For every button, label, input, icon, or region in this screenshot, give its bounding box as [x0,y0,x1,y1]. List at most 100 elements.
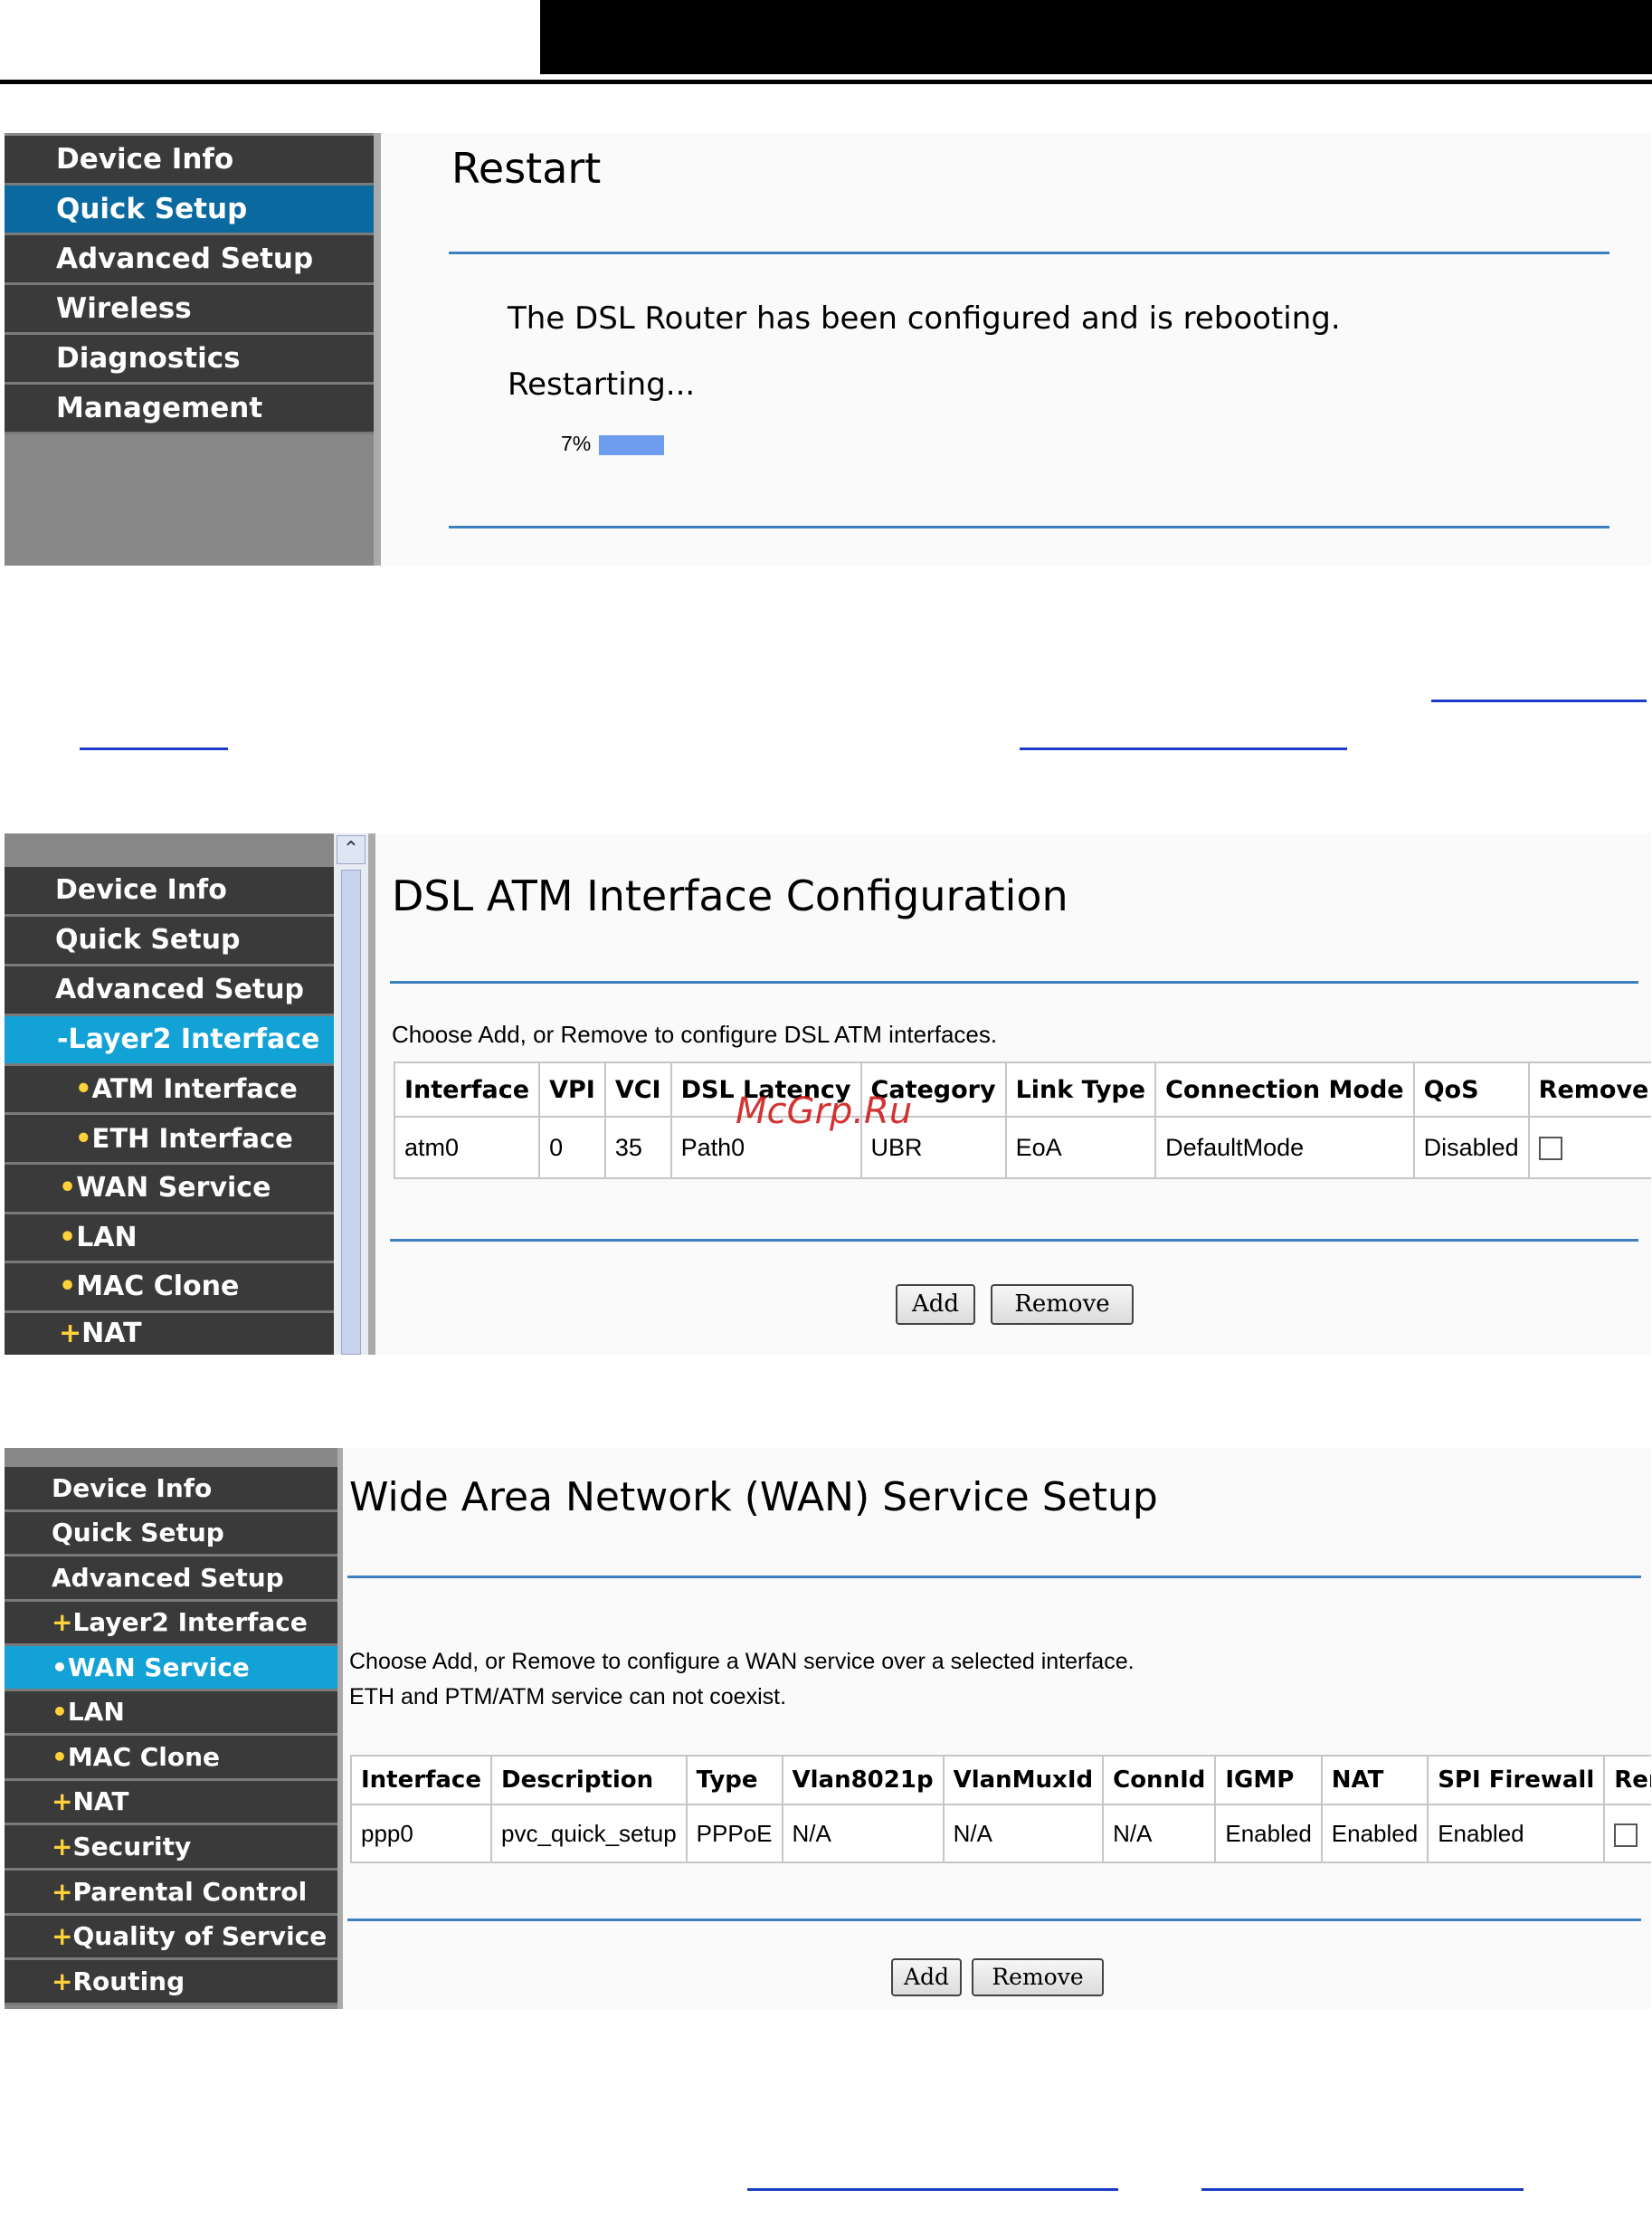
sidebar-item-nat[interactable]: +NAT [5,1313,334,1355]
column-header: Interface [350,1755,492,1805]
sidebar-item-label: Quick Setup [55,924,241,956]
table-cell: atm0 [393,1116,541,1179]
table-row: ppp0 pvc_quick_setup PPPoE N/A N/A N/A E… [350,1804,1651,1863]
sidebar-item-label: Advanced Setup [52,1563,284,1593]
sidebar-nav: Device Info Quick Setup Advanced Setup +… [5,1448,337,2009]
sidebar-divider [374,133,381,566]
column-header: Link Type [1004,1062,1157,1118]
sidebar-item-advanced-setup[interactable]: Advanced Setup [5,1557,337,1602]
column-header: ConnId [1102,1755,1217,1805]
sidebar-item-lan[interactable]: •LAN [5,1691,337,1736]
sidebar-item-layer2-interface[interactable]: +Layer2 Interface [5,1602,337,1646]
sidebar-item-bullet: + [52,1607,73,1637]
restart-content: Restart The DSL Router has been configur… [381,133,1651,566]
table-cell: Enabled [1427,1804,1606,1863]
sidebar-nav: Device Info Quick Setup Advanced Setup W… [5,133,374,566]
remove-cell [1527,1116,1651,1179]
wan-content: Wide Area Network (WAN) Service Setup Ch… [343,1448,1651,2009]
sidebar-item-device-info[interactable]: Device Info [5,867,334,917]
sidebar-item-wan-service[interactable]: •WAN Service [5,1165,334,1214]
sidebar-item-layer2-interface[interactable]: -Layer2 Interface [5,1016,334,1066]
sidebar-item-device-info[interactable]: Device Info [5,1467,337,1512]
sidebar-item-mac-clone[interactable]: •MAC Clone [5,1263,334,1313]
remove-button[interactable]: Remove [991,1284,1134,1325]
column-header: Remove [1527,1062,1651,1118]
sidebar-item-advanced-setup[interactable]: Advanced Setup [5,966,334,1016]
sidebar-item-bullet: • [59,1271,77,1302]
reboot-message: The DSL Router has been configured and i… [508,300,1341,337]
sidebar-item-label: Advanced Setup [56,243,314,275]
sidebar-item-bullet: - [57,1024,69,1055]
instruction-text: Choose Add, or Remove to configure DSL A… [392,1021,998,1048]
sidebar-item-management[interactable]: Management [5,385,374,434]
sidebar-item-label: Wireless [56,292,192,325]
column-header: Vlan8021p [781,1755,945,1805]
sidebar-item-eth-interface[interactable]: •ETH Interface [5,1115,334,1165]
restart-status: Restarting... [508,367,696,403]
link-underline[interactable] [1020,747,1347,750]
sidebar-item-label: MAC Clone [67,1742,221,1772]
instruction-text: Choose Add, or Remove to configure a WAN… [349,1649,1135,1674]
sidebar-item-bullet: • [52,1697,68,1727]
link-underline[interactable] [747,2188,1118,2191]
sidebar-divider [368,833,375,1355]
sidebar-item-label: NAT [81,1318,142,1349]
sidebar-item-bullet: • [52,1652,68,1682]
remove-button[interactable]: Remove [972,1958,1104,1996]
column-header: Description [489,1755,688,1805]
sidebar-item-nat[interactable]: +NAT [5,1781,337,1825]
remove-cell [1603,1804,1651,1863]
sidebar-item-label: Parental Control [72,1877,308,1907]
sidebar-item-label: Management [56,392,263,424]
sidebar-item-atm-interface[interactable]: •ATM Interface [5,1066,334,1115]
sidebar-item-diagnostics[interactable]: Diagnostics [5,335,374,385]
wan-service-screenshot: Device Info Quick Setup Advanced Setup +… [5,1448,1651,2009]
bottom-divider [390,1239,1638,1242]
sidebar-item-label: MAC Clone [76,1271,240,1302]
link-underline[interactable] [80,747,228,750]
sidebar-item-label: Device Info [52,1473,213,1503]
column-header: Interface [393,1062,541,1118]
link-underline[interactable] [1201,2188,1524,2191]
sidebar-item-advanced-setup[interactable]: Advanced Setup [5,235,374,285]
sidebar-item-bullet: + [52,1877,73,1907]
scroll-up-icon[interactable]: ⌃ [337,835,366,864]
scrollbar-thumb[interactable] [341,870,361,1355]
sidebar-item-label: Quality of Service [72,1921,328,1951]
sidebar-item-device-info[interactable]: Device Info [5,136,374,186]
sidebar-item-wan-service[interactable]: •WAN Service [5,1646,337,1691]
sidebar-item-bullet: + [52,1832,73,1861]
sidebar-item-routing[interactable]: +Routing [5,1960,337,2005]
sidebar-item-lan[interactable]: •LAN [5,1214,334,1263]
sidebar-item-quick-setup[interactable]: Quick Setup [5,917,334,966]
sidebar-item-bullet: + [52,1786,73,1816]
remove-checkbox[interactable] [1614,1823,1638,1847]
sidebar-item-quick-setup[interactable]: Quick Setup [5,186,374,235]
column-header: Type [685,1755,783,1805]
sidebar-item-label: NAT [72,1786,129,1816]
sidebar-item-label: Quick Setup [56,193,248,225]
sidebar-item-label: Device Info [55,874,227,906]
sidebar-item-label: Routing [72,1966,185,1996]
sidebar-item-parental-control[interactable]: +Parental Control [5,1871,337,1916]
sidebar-item-label: WAN Service [76,1172,271,1204]
add-button[interactable]: Add [896,1284,975,1325]
table-cell: 0 [538,1116,606,1179]
table-row: atm0 0 35 Path0 UBR EoA DefaultMode Disa… [393,1116,1651,1179]
table-cell: N/A [781,1804,945,1863]
atm-config-screenshot: Device Info Quick Setup Advanced Setup -… [5,833,1651,1355]
sidebar-item-label: ETH Interface [91,1123,293,1154]
sidebar-item-bullet: • [59,1172,77,1204]
sidebar-item-label: LAN [67,1697,125,1727]
remove-checkbox[interactable] [1538,1137,1562,1161]
sidebar-item-quick-setup[interactable]: Quick Setup [5,1512,337,1557]
table-cell: Disabled [1412,1116,1530,1179]
sidebar-item-wireless[interactable]: Wireless [5,285,374,335]
add-button[interactable]: Add [891,1958,962,1996]
sidebar-item-quality-of-service[interactable]: +Quality of Service [5,1916,337,1960]
sidebar-item-security[interactable]: +Security [5,1825,337,1871]
link-underline[interactable] [1431,700,1647,702]
sidebar-item-label: Security [72,1832,192,1861]
progress-bar [599,435,664,455]
sidebar-item-mac-clone[interactable]: •MAC Clone [5,1736,337,1781]
